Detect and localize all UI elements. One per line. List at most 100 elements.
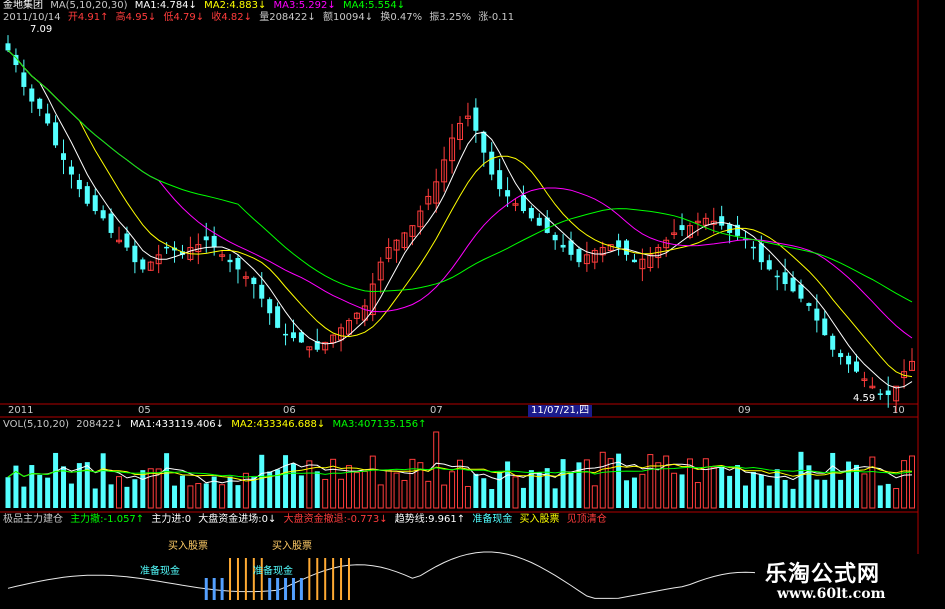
volume-bar-up	[147, 468, 154, 509]
volume-bar-down	[203, 483, 209, 508]
volume-bar-down	[290, 463, 296, 508]
volume-bar-down	[877, 485, 883, 508]
prep-annotation-1: 准备现金	[140, 566, 180, 577]
volume-bar-up	[694, 482, 701, 509]
candle-body-down	[766, 260, 772, 270]
candle-body-down	[853, 361, 859, 372]
volume-bar-up	[401, 479, 408, 509]
volume-bar-up	[861, 473, 868, 509]
candle-body-down	[481, 131, 487, 153]
watermark: 乐淘公式网 www.60lt.com	[755, 554, 945, 609]
volume-bar-down	[5, 477, 11, 508]
volume-bar-up	[909, 455, 915, 509]
volume-bar-down	[45, 477, 51, 508]
candle-body-down	[560, 244, 566, 248]
indicator-name: 极品主力建仓	[3, 514, 63, 525]
dp-che-value: 大盘资金撤退:-0.773↓	[283, 514, 388, 525]
candle-body-down	[727, 224, 733, 233]
volume-bar-down	[37, 474, 43, 508]
candle-body-down	[92, 195, 98, 212]
ma5-line	[7, 50, 913, 389]
candle-body-down	[259, 284, 265, 299]
volume-bar-up	[464, 485, 471, 509]
price-header-row2: 2011/10/14 开4.91↑ 高4.95↓ 低4.79↓ 收4.82↓ 量…	[3, 12, 518, 24]
amplitude-value: 振3.25%	[429, 12, 472, 23]
candle-body-down	[885, 390, 891, 395]
volume-bar-up	[322, 478, 329, 509]
candle-body-down	[100, 210, 106, 219]
candle-body-down	[576, 249, 582, 263]
candle-body-down	[68, 166, 74, 175]
volume-bar-down	[536, 472, 542, 508]
volume-bar-up	[187, 485, 194, 509]
volume-bar-down	[283, 455, 289, 508]
volume-bar-up	[116, 476, 123, 509]
volume-bar-down	[314, 471, 320, 508]
candle-body-down	[568, 240, 574, 255]
candle-body-down	[489, 151, 495, 175]
candle-body-down	[227, 259, 233, 263]
axis-label-05: 05	[138, 405, 151, 416]
axis-label-10: 10	[892, 405, 905, 416]
candle-body-down	[211, 235, 217, 248]
volume-bar-up	[591, 485, 598, 509]
candle-body-down	[203, 236, 209, 241]
volume-bar-up	[702, 458, 709, 509]
volume-bar-down	[822, 479, 828, 508]
dp-jin-value: 大盘资金进场:0↓	[198, 514, 277, 525]
candle-body-down	[798, 284, 804, 299]
volume-bar-up	[219, 484, 226, 509]
volume-bar-up	[433, 431, 440, 509]
candle-body-down	[616, 240, 622, 248]
volume-bar-down	[132, 479, 138, 508]
volume-bar-up	[195, 483, 202, 509]
watermark-url: www.60lt.com	[777, 586, 886, 602]
candle-body-down	[528, 207, 534, 219]
vol-ma3: MA3:407135.156↑	[332, 419, 427, 430]
high-price-label: 7.09	[30, 24, 53, 35]
volume-bar-down	[782, 479, 788, 508]
candle-body-down	[497, 170, 503, 190]
candle-body-down	[830, 335, 836, 350]
ma1-value: MA1:4.784↓	[134, 0, 197, 11]
volume-bar-up	[441, 484, 448, 509]
volume-bar-up	[583, 459, 590, 509]
quote-date: 2011/10/14	[3, 12, 61, 23]
top-sell-label: 见顶清仓	[566, 514, 607, 525]
buy-annotation-2: 买入股票	[272, 541, 312, 552]
volume-bar-up	[710, 466, 717, 509]
zl-jin-value: 主力进:0	[151, 514, 192, 525]
volume-bar-up	[512, 476, 519, 509]
vol-ma1: MA1:433119.406↓	[130, 419, 225, 430]
ma2-value: MA2:4.883↓	[204, 0, 267, 11]
candle-body-down	[29, 88, 35, 102]
vol-params: VOL(5,10,20)	[3, 419, 70, 430]
candle-body-down	[758, 243, 764, 263]
axis-label-07: 07	[430, 405, 443, 416]
volume-bar-up	[449, 471, 456, 509]
volume-bar-down	[758, 474, 764, 508]
cursor-date-label: 11/07/21,四	[528, 405, 593, 417]
candle-body-down	[624, 240, 630, 255]
close-value: 收4.82↓	[211, 12, 253, 23]
volume-bar-down	[814, 479, 820, 508]
candle-body-down	[235, 257, 241, 270]
candle-body-down	[822, 318, 828, 336]
buy-annotation-1: 买入股票	[168, 541, 208, 552]
volume-bar-down	[846, 461, 852, 508]
volume-bar-down	[719, 466, 725, 508]
amount-value: 额10094↓	[322, 12, 374, 23]
candle-body-down	[790, 277, 796, 292]
volume-bar-up	[338, 478, 345, 509]
ma20-line	[7, 50, 913, 339]
volume-bar-down	[790, 488, 796, 508]
candle-body-down	[283, 333, 289, 336]
candle-body-down	[275, 306, 281, 328]
volume-bar-down	[750, 471, 756, 508]
volume-bar-up	[242, 472, 249, 509]
candle-body-down	[84, 186, 90, 204]
volume-bar-down	[92, 488, 98, 508]
volume-bar-up	[377, 484, 384, 509]
date-axis: 2011 05 06 07 11/07/21,四 09 10	[0, 405, 918, 417]
volume-bar-down	[624, 480, 630, 508]
